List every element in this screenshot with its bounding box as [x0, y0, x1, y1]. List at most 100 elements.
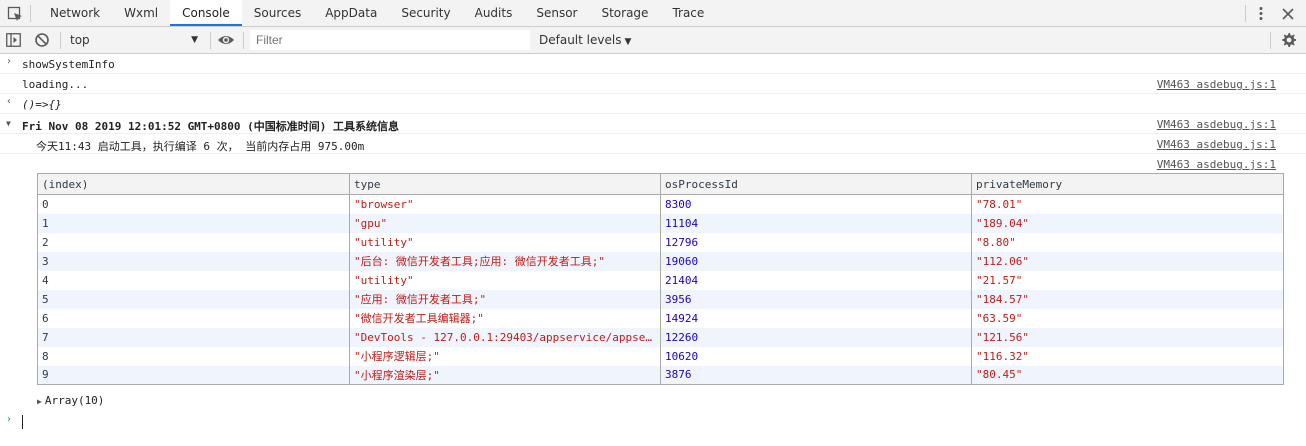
log-levels-dropdown[interactable]: Default levels ▼	[539, 30, 631, 50]
execution-context-select[interactable]: top ▼	[64, 30, 204, 50]
column-header-index[interactable]: (index)	[37, 173, 350, 195]
log-levels-label: Default levels	[539, 33, 622, 47]
message-text: ()=>{}	[22, 98, 62, 111]
cell-osprocessid: 3876	[660, 365, 972, 385]
tab-storage[interactable]: Storage	[589, 0, 660, 26]
cell-osprocessid: 3956	[660, 289, 972, 309]
cell-index: 8	[37, 346, 350, 366]
source-link[interactable]: VM463 asdebug.js:1	[1157, 78, 1276, 91]
cell-index: 9	[37, 365, 350, 385]
gear-icon[interactable]	[1281, 32, 1297, 48]
table-row: 6 "微信开发者工具编辑器;" 14924 "63.59"	[37, 308, 1284, 328]
toolbar-divider	[60, 32, 61, 49]
table-row: 8 "小程序逻辑层;" 10620 "116.32"	[37, 346, 1284, 366]
console-message: › showSystemInfo	[0, 54, 1306, 74]
input-prompt-icon: ›	[6, 56, 13, 67]
tabbar-divider	[1245, 5, 1246, 22]
close-icon[interactable]	[1280, 5, 1296, 22]
toolbar-divider	[1270, 32, 1271, 49]
cell-index: 4	[37, 270, 350, 290]
tab-appdata[interactable]: AppData	[313, 0, 389, 26]
console-output: › showSystemInfo loading... VM463 asdebu…	[0, 54, 1306, 446]
cell-privatememory: "112.06"	[971, 251, 1284, 271]
cell-index: 3	[37, 251, 350, 271]
show-sidebar-icon[interactable]	[6, 33, 21, 47]
tab-wxml[interactable]: Wxml	[112, 0, 170, 26]
result-prompt-icon: ‹	[6, 96, 13, 107]
dropdown-arrow-icon: ▼	[191, 35, 198, 45]
expand-triangle-icon[interactable]: ▶	[37, 397, 42, 406]
more-options-icon[interactable]	[1255, 5, 1267, 22]
tab-network[interactable]: Network	[38, 0, 112, 26]
filter-input[interactable]	[250, 30, 530, 50]
execution-context-value: top	[70, 33, 90, 47]
live-expression-eye-icon[interactable]	[217, 32, 235, 48]
panel-tabs: Network Wxml Console Sources AppData Security…	[38, 0, 716, 27]
column-header-type[interactable]: type	[349, 173, 661, 195]
cell-index: 6	[37, 308, 350, 328]
table-row: 3 "后台: 微信开发者工具;应用: 微信开发者工具;" 19060 "112.06"	[37, 251, 1284, 271]
cell-osprocessid: 19060	[660, 251, 972, 271]
cell-index: 5	[37, 289, 350, 309]
cell-osprocessid: 12796	[660, 232, 972, 252]
devtools-tabbar: Network Wxml Console Sources AppData Security…	[0, 0, 1306, 27]
cell-type: "utility"	[349, 232, 661, 252]
cell-type: "gpu"	[349, 213, 661, 233]
cell-type: "小程序逻辑层;"	[349, 346, 661, 366]
cell-type: "应用: 微信开发者工具;"	[349, 289, 661, 309]
message-text: loading...	[22, 78, 89, 91]
cell-osprocessid: 8300	[660, 194, 972, 214]
tab-trace[interactable]: Trace	[660, 0, 716, 26]
tab-console[interactable]: Console	[170, 0, 242, 26]
tabbar-divider	[30, 5, 31, 22]
clear-console-icon[interactable]	[34, 32, 50, 48]
cell-index: 7	[37, 327, 350, 347]
cell-type: "微信开发者工具编辑器;"	[349, 308, 661, 328]
tab-audits[interactable]: Audits	[463, 0, 525, 26]
column-header-osprocessid[interactable]: osProcessId	[660, 173, 972, 195]
expand-triangle-icon[interactable]: ▼	[6, 119, 11, 128]
inspect-element-icon[interactable]	[7, 6, 23, 22]
cell-privatememory: "189.04"	[971, 213, 1284, 233]
toolbar-divider	[243, 32, 244, 49]
console-group-header[interactable]: ▼ Fri Nov 08 2019 12:01:52 GMT+0800 (中国标…	[0, 114, 1306, 134]
cell-privatememory: "184.57"	[971, 289, 1284, 309]
source-link[interactable]: VM463 asdebug.js:1	[1157, 138, 1276, 151]
cell-type: "browser"	[349, 194, 661, 214]
console-message: 今天11:43 启动工具，执行编译 6 次， 当前内存占用 975.00m VM…	[0, 134, 1306, 154]
table-header-row: (index) type osProcessId privateMemory	[37, 173, 1284, 195]
console-message: VM463 asdebug.js:1	[0, 154, 1306, 174]
tab-security[interactable]: Security	[389, 0, 462, 26]
tab-sources[interactable]: Sources	[242, 0, 313, 26]
text-caret	[22, 415, 23, 429]
console-prompt[interactable]: ›	[0, 412, 1306, 432]
source-link[interactable]: VM463 asdebug.js:1	[1157, 118, 1276, 131]
cell-index: 2	[37, 232, 350, 252]
column-header-privatememory[interactable]: privateMemory	[971, 173, 1284, 195]
cell-index: 1	[37, 213, 350, 233]
tab-sensor[interactable]: Sensor	[524, 0, 589, 26]
console-message: ‹ ()=>{}	[0, 94, 1306, 114]
cell-privatememory: "21.57"	[971, 270, 1284, 290]
input-prompt-icon: ›	[6, 414, 13, 425]
cell-privatememory: "121.56"	[971, 327, 1284, 347]
cell-privatememory: "8.80"	[971, 232, 1284, 252]
message-text: showSystemInfo	[22, 58, 115, 71]
cell-osprocessid: 11104	[660, 213, 972, 233]
table-row: 1 "gpu" 11104 "189.04"	[37, 213, 1284, 233]
array-summary[interactable]: ▶ Array(10)	[37, 394, 104, 407]
cell-privatememory: "63.59"	[971, 308, 1284, 328]
table-row: 9 "小程序渲染层;" 3876 "80.45"	[37, 365, 1284, 385]
console-message: loading... VM463 asdebug.js:1	[0, 74, 1306, 94]
console-toolbar: top ▼ Default levels▼	[0, 27, 1306, 54]
message-text: 今天11:43 启动工具，执行编译 6 次， 当前内存占用 975.00m	[36, 140, 365, 153]
message-text: Fri Nov 08 2019 12:01:52 GMT+0800 (中国标准时…	[22, 120, 400, 133]
cell-osprocessid: 12260	[660, 327, 972, 347]
cell-osprocessid: 10620	[660, 346, 972, 366]
toolbar-divider	[210, 32, 211, 49]
cell-type: "后台: 微信开发者工具;应用: 微信开发者工具;"	[349, 251, 661, 271]
table-row: 5 "应用: 微信开发者工具;" 3956 "184.57"	[37, 289, 1284, 309]
source-link[interactable]: VM463 asdebug.js:1	[1157, 158, 1276, 171]
cell-osprocessid: 21404	[660, 270, 972, 290]
table-row: 0 "browser" 8300 "78.01"	[37, 194, 1284, 214]
